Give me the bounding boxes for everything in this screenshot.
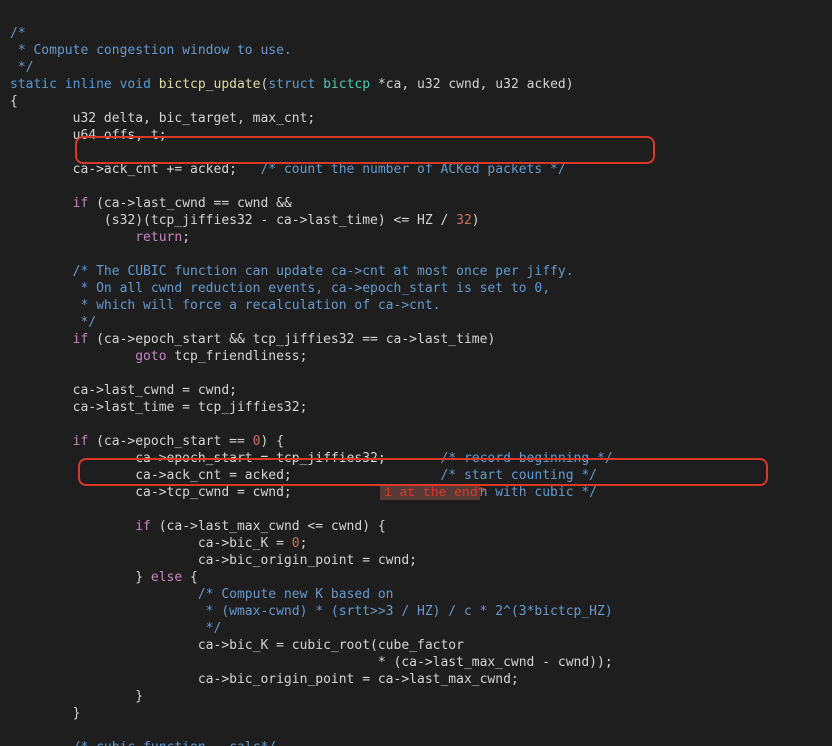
code-line-3: */ (10, 60, 33, 75)
code-line-38: * (ca->last_max_cwnd - cwnd)); (10, 655, 613, 670)
cmt-15: /* The CUBIC function can update ca->cnt… (10, 264, 574, 279)
code-line-1: /* (10, 26, 26, 41)
kw-void: void (120, 77, 151, 92)
cmt-28: /* syn with cubic */ (440, 485, 597, 500)
code-line-31b: ; (300, 536, 308, 551)
cond-12c: ) (472, 213, 480, 228)
open-brace: { (10, 94, 18, 109)
ack-cnt-accum: ca->ack_cnt += acked; (10, 162, 260, 177)
cond-12: (s32)(tcp_jiffies32 - ca->last_time) <= … (10, 213, 456, 228)
cmt-43: /* cubic function - calc*/ (10, 740, 276, 746)
semi-13: ; (182, 230, 190, 245)
goto-label-20: tcp_friendliness; (167, 349, 308, 364)
cmt-36: */ (10, 621, 221, 636)
code-line-26: ca->epoch_start = tcp_jiffies32; (10, 451, 440, 466)
cmt-16: * On all cwnd reduction events, ca->epoc… (10, 281, 550, 296)
code-line-7: u64 offs, t; (10, 128, 167, 143)
params-tail: *ca, u32 cwnd, u32 acked) (378, 77, 574, 92)
cmt-27: /* start counting */ (440, 468, 597, 483)
kw-struct: struct (268, 77, 315, 92)
code-line-32: ca->bic_origin_point = cwnd; (10, 553, 417, 568)
cmt-17: * which will force a recalculation of ca… (10, 298, 440, 313)
num-0b: 0 (292, 536, 300, 551)
code-editor-viewport: /* * Compute congestion window to use. *… (0, 0, 832, 746)
ack-cnt-reset: ca->ack_cnt = acked; (10, 468, 440, 483)
num-32: 32 (456, 213, 472, 228)
cond-25: (ca->epoch_start == (88, 434, 252, 449)
if-11: if (10, 196, 88, 211)
kw-inline: inline (65, 77, 112, 92)
cmt-26: /* record beginning */ (440, 451, 612, 466)
goto-20: goto (10, 349, 167, 364)
code-line-2: * Compute congestion window to use. (10, 43, 292, 58)
cmt-35: * (wmax-cwnd) * (srtt>>3 / HZ) / c * 2^(… (10, 604, 613, 619)
ack-cnt-accum-comment: /* count the number of ACKed packets */ (260, 162, 565, 177)
code-line-31a: ca->bic_K = (10, 536, 292, 551)
if-30: if (10, 519, 151, 534)
code-line-39: ca->bic_origin_point = ca->last_max_cwnd… (10, 672, 519, 687)
close-brace-41: } (10, 706, 80, 721)
kw-static: static (10, 77, 57, 92)
code-line-6: u32 delta, bic_target, max_cnt; (10, 111, 315, 126)
cond-11: (ca->last_cwnd == cwnd && (88, 196, 292, 211)
code-line-22: ca->last_cwnd = cwnd; (10, 383, 237, 398)
type-bictcp: bictcp (323, 77, 370, 92)
else-33c: { (182, 570, 198, 585)
cmt-34: /* Compute new K based on (10, 587, 394, 602)
cond-25c: ) { (260, 434, 283, 449)
if-25: if (10, 434, 88, 449)
return-13: return (10, 230, 182, 245)
code-line-28: ca->tcp_cwnd = cwnd; (10, 485, 440, 500)
code-line-23: ca->last_time = tcp_jiffies32; (10, 400, 307, 415)
kw-else: else (151, 570, 182, 585)
cond-30: (ca->last_max_cwnd <= cwnd) { (151, 519, 386, 534)
else-33a: } (10, 570, 151, 585)
cond-19: (ca->epoch_start && tcp_jiffies32 == ca-… (88, 332, 495, 347)
if-19: if (10, 332, 88, 347)
close-brace-40: } (10, 689, 143, 704)
code-line-37: ca->bic_K = cubic_root(cube_factor (10, 638, 464, 653)
cmt-18: */ (10, 315, 96, 330)
func-name: bictcp_update (159, 77, 261, 92)
